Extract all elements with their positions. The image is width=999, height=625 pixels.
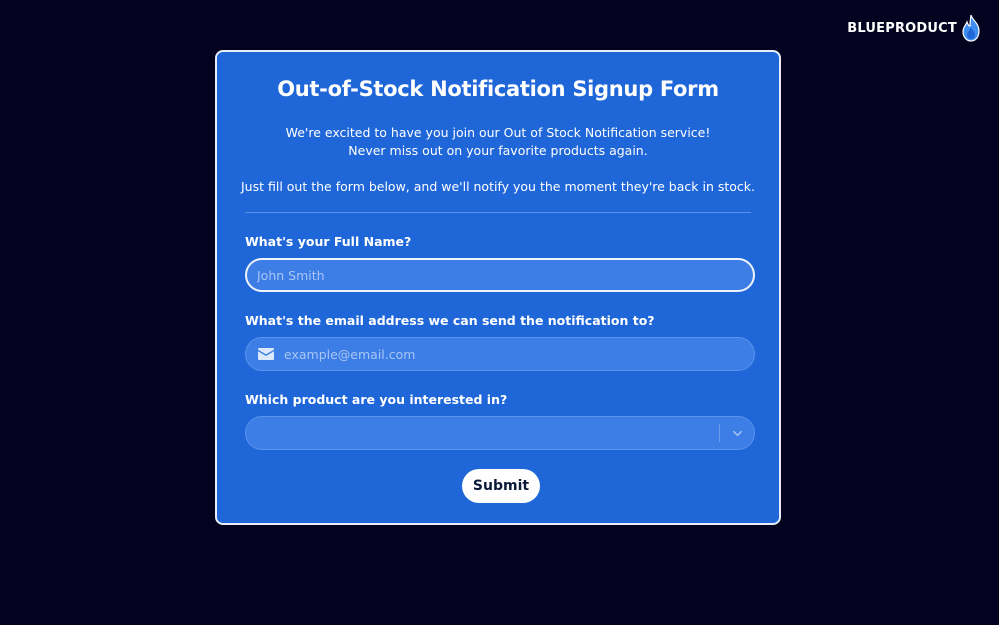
intro-line-3: Just fill out the form below, and we'll …	[241, 179, 755, 194]
product-label: Which product are you interested in?	[245, 392, 508, 407]
full-name-field	[245, 258, 755, 292]
form-intro: We're excited to have you join our Out o…	[227, 124, 769, 196]
submit-button[interactable]: Submit	[462, 469, 540, 503]
intro-line-2: Never miss out on your favorite products…	[348, 142, 648, 158]
full-name-label: What's your Full Name?	[245, 234, 412, 249]
product-select-toggle[interactable]	[720, 417, 754, 449]
email-label: What's the email address we can send the…	[245, 313, 655, 328]
divider	[245, 212, 751, 213]
flame-icon	[962, 14, 980, 42]
product-select-value	[246, 417, 719, 449]
email-input[interactable]	[274, 337, 754, 371]
full-name-input[interactable]	[247, 259, 753, 291]
email-field	[245, 337, 755, 371]
envelope-icon	[258, 348, 274, 360]
intro-line-1: We're excited to have you join our Out o…	[285, 125, 711, 140]
chevron-down-icon	[732, 430, 742, 436]
form-title: Out-of-Stock Notification Signup Form	[277, 77, 719, 101]
brand-logo: BLUEPRODUCT	[847, 14, 983, 42]
product-select[interactable]	[245, 416, 755, 450]
brand-name: BLUEPRODUCT	[847, 20, 957, 36]
signup-form-card: Out-of-Stock Notification Signup Form We…	[215, 50, 781, 525]
